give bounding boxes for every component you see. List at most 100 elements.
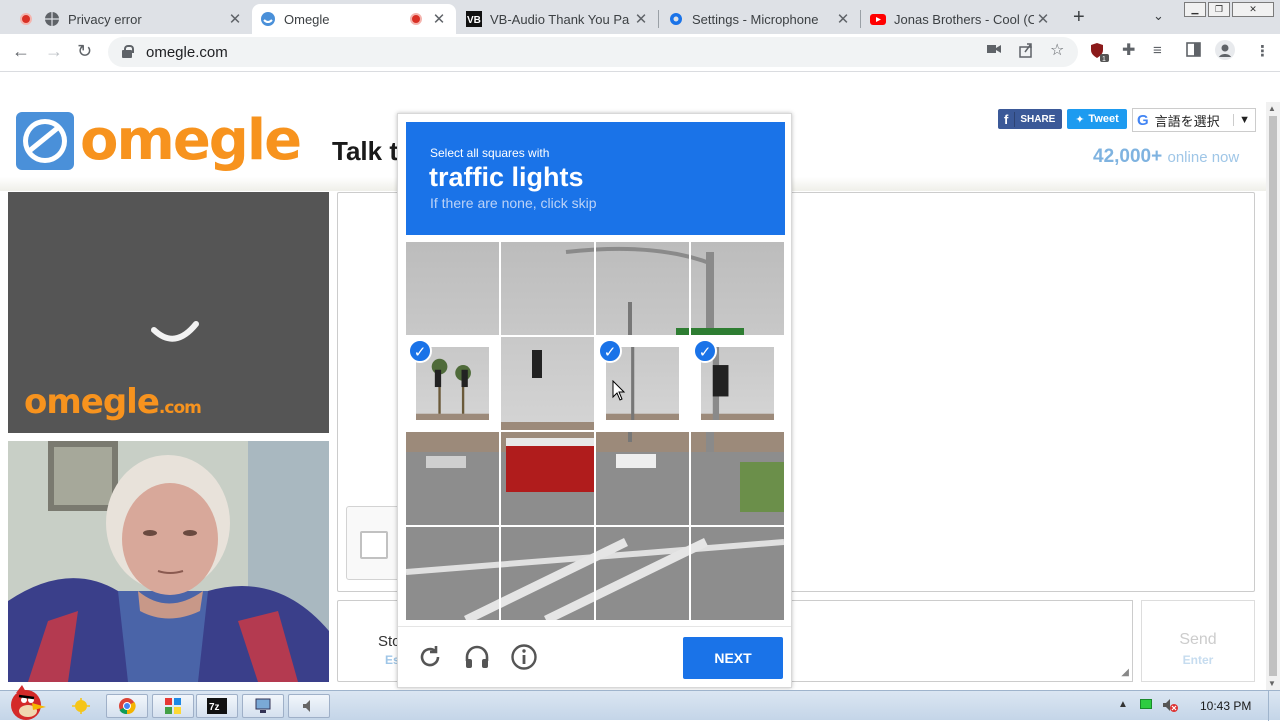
captcha-tile[interactable] [501, 527, 594, 620]
system-clock[interactable]: 10:43 PM [1200, 699, 1251, 713]
close-icon[interactable]: ✕ [632, 10, 650, 28]
start-angry-bird-icon[interactable] [2, 683, 50, 721]
chevron-down-icon[interactable]: ⌄ [1153, 8, 1164, 24]
scrollbar-thumb[interactable] [1269, 116, 1277, 676]
close-icon[interactable]: ✕ [1034, 10, 1052, 28]
tagline: Talk t [332, 136, 398, 166]
omegle-logo[interactable]: omegle [80, 108, 302, 173]
tab-title: VB-Audio Thank You Pa [490, 11, 630, 27]
menu-kebab-icon[interactable]: ⋮ [1255, 42, 1270, 60]
scroll-down-icon[interactable]: ▼ [1268, 679, 1276, 688]
reload-icon[interactable] [416, 643, 444, 671]
lock-icon [122, 45, 134, 58]
svg-text:VB: VB [467, 15, 481, 26]
resize-grip-icon[interactable]: ◢ [1121, 667, 1129, 678]
webcam-image [8, 441, 329, 682]
info-icon[interactable] [510, 643, 538, 671]
network-icon[interactable] [242, 694, 284, 718]
volume-muted-icon[interactable] [1162, 697, 1178, 713]
captcha-tile[interactable] [691, 242, 784, 335]
extensions-puzzle-icon[interactable]: ✚ [1122, 40, 1135, 60]
dropdown-arrow-icon: ▼ [1233, 114, 1255, 126]
audio-icon[interactable] [288, 694, 330, 718]
captcha-tile[interactable] [406, 432, 499, 525]
scroll-up-icon[interactable]: ▲ [1268, 104, 1276, 113]
camera-icon[interactable] [987, 42, 1001, 56]
close-icon[interactable]: ✕ [226, 10, 244, 28]
folder-icon[interactable] [60, 694, 102, 718]
captcha-tile[interactable] [406, 527, 499, 620]
chrome-icon[interactable] [106, 694, 148, 718]
forward-icon[interactable]: → [45, 41, 63, 62]
google-icon: G [1137, 111, 1149, 129]
checkmark-icon: ✓ [598, 339, 622, 363]
side-panel-icon[interactable] [1186, 42, 1201, 57]
captcha-tile[interactable]: ✓ [406, 337, 499, 430]
colors-icon[interactable] [152, 694, 194, 718]
tab-privacy-error[interactable]: Privacy error ✕ [12, 4, 252, 34]
chat-message-input[interactable]: ◢ [790, 600, 1133, 682]
close-window-button[interactable]: ✕ [1232, 2, 1274, 17]
captcha-tile[interactable]: ✓ [596, 337, 689, 430]
captcha-hint: If there are none, click skip [430, 195, 597, 211]
tray-expand-icon[interactable]: ▲ [1118, 699, 1128, 710]
url-text: omegle.com [146, 43, 228, 61]
globe-icon [45, 12, 59, 26]
loading-spinner-icon [151, 321, 199, 342]
address-bar[interactable]: omegle.com [108, 37, 1078, 67]
tweet-button[interactable]: ✦ Tweet [1067, 109, 1127, 129]
captcha-tile[interactable] [596, 527, 689, 620]
svg-text:1: 1 [1102, 56, 1106, 62]
send-button[interactable]: Send Enter [1141, 600, 1255, 682]
show-desktop-button[interactable] [1268, 691, 1280, 721]
video-watermark: omegle.com [24, 382, 202, 422]
close-icon[interactable]: ✕ [430, 10, 448, 28]
self-video [8, 441, 329, 682]
stop-button[interactable]: Sto Es [337, 600, 401, 682]
captcha-tile[interactable] [501, 242, 594, 335]
captcha-tile[interactable] [406, 242, 499, 335]
next-button[interactable]: NEXT [683, 637, 783, 679]
captcha-tile[interactable] [596, 242, 689, 335]
tab-title: Settings - Microphone [692, 11, 819, 27]
stranger-video: omegle.com [8, 192, 329, 433]
captcha-tile[interactable]: ✓ [691, 337, 784, 430]
recaptcha-checkbox[interactable] [360, 531, 388, 559]
mouse-cursor-icon [612, 380, 626, 401]
captcha-footer: NEXT [398, 626, 791, 688]
recording-icon [20, 13, 32, 25]
captcha-tile[interactable] [501, 337, 594, 430]
captcha-tile[interactable] [691, 527, 784, 620]
reload-icon[interactable]: ↻ [77, 41, 92, 62]
share-icon[interactable] [1018, 42, 1034, 58]
profile-icon[interactable] [1215, 40, 1235, 60]
7zip-icon[interactable]: 7z [196, 694, 238, 718]
captcha-challenge: Select all squares with traffic lights I… [397, 113, 792, 688]
battery-icon[interactable] [1140, 699, 1152, 709]
captcha-tile[interactable] [501, 432, 594, 525]
tab-strip: Privacy error ✕ Omegle ✕ VB VB-Audio Tha… [0, 0, 1280, 34]
headphones-icon[interactable] [463, 643, 491, 671]
new-tab-button[interactable]: + [1073, 6, 1085, 29]
tab-omegle[interactable]: Omegle ✕ [252, 4, 456, 34]
tab-settings[interactable]: Settings - Microphone ✕ [660, 4, 860, 34]
restore-button[interactable]: ❐ [1208, 2, 1230, 17]
page-scrollbar[interactable]: ▲ ▼ [1266, 102, 1280, 690]
close-icon[interactable]: ✕ [834, 10, 852, 28]
vb-audio-icon: VB [466, 11, 482, 27]
captcha-tile[interactable] [691, 432, 784, 525]
google-translate-select[interactable]: G 言語を選択 ▼ [1132, 108, 1256, 132]
gear-icon [670, 13, 682, 25]
bookmark-star-icon[interactable]: ☆ [1050, 40, 1064, 60]
tab-vb-audio[interactable]: VB VB-Audio Thank You Pa ✕ [458, 4, 658, 34]
media-control-icon[interactable]: ≡ [1153, 42, 1162, 59]
captcha-tile[interactable] [596, 432, 689, 525]
extension-shield-icon[interactable]: 1 [1090, 42, 1110, 62]
minimize-button[interactable]: ▁ [1184, 2, 1206, 17]
back-icon[interactable]: ← [12, 41, 30, 62]
facebook-icon: f [998, 111, 1016, 127]
tab-youtube[interactable]: Jonas Brothers - Cool (C ✕ [862, 4, 1060, 34]
omegle-logo-icon [16, 112, 74, 170]
facebook-share-button[interactable]: f SHARE [998, 109, 1062, 129]
tab-title: Omegle [284, 11, 330, 27]
